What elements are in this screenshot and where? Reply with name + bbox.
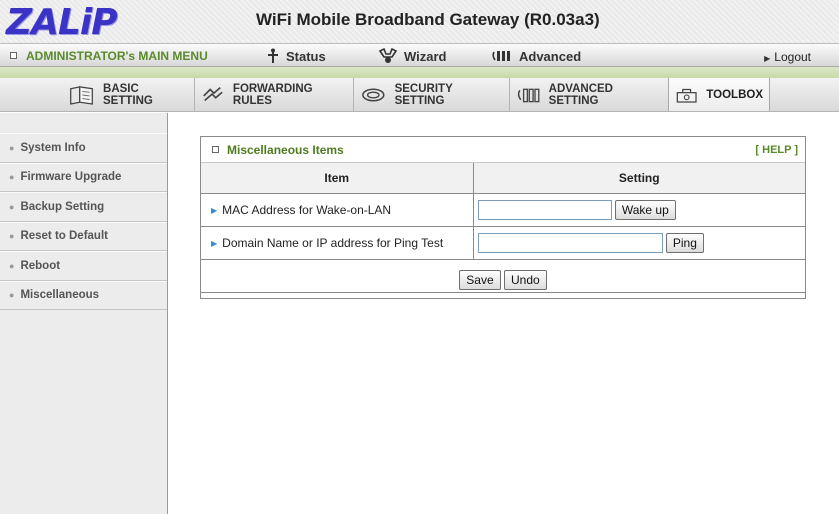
actions-cell: Save Undo: [201, 259, 805, 293]
tab-security-setting-label: SECURITY SETTING: [394, 82, 453, 107]
bullet-icon: ●: [9, 231, 15, 242]
toolbox-icon: [676, 88, 697, 103]
menu-advanced-label: Advanced: [519, 48, 582, 64]
app-title: WiFi Mobile Broadband Gateway (R0.03a3): [256, 10, 600, 29]
sidebar: ● System Info ● Firmware Upgrade ● Backup S…: [0, 113, 168, 514]
row-label-cell: ▶ MAC Address for Wake-on-LAN: [201, 193, 474, 227]
wake-up-button[interactable]: Wake up: [614, 199, 676, 220]
tab-forwarding-rules[interactable]: FORWARDING RULES: [194, 78, 351, 111]
table-header-row: Item Setting: [201, 163, 805, 194]
bullet-icon: ●: [9, 172, 15, 183]
table-row: ▶ MAC Address for Wake-on-LAN Wake up: [201, 193, 805, 227]
triangle-right-icon: ▶: [211, 205, 218, 215]
help-link[interactable]: [ HELP ]: [755, 144, 798, 156]
sidebar-item-reset-to-default[interactable]: ● Reset to Default: [0, 221, 167, 251]
sidebar-item-system-info[interactable]: ● System Info: [0, 133, 167, 163]
square-bullet-icon: [212, 146, 219, 153]
menu-wizard-label: Wizard: [404, 48, 447, 64]
column-header-setting: Setting: [473, 163, 805, 194]
menu-status-label: Status: [286, 48, 326, 64]
status-icon: [268, 48, 278, 63]
main-menu-bar: ADMINISTRATOR's MAIN MENU Status Wizard …: [0, 43, 839, 67]
sidebar-item-label: Firmware Upgrade: [20, 171, 122, 184]
sidebar-item-label: Reset to Default: [20, 230, 108, 243]
header: ZALiP WiFi Mobile Broadband Gateway (R0.…: [0, 0, 839, 43]
advanced-icon: [492, 51, 510, 61]
bullet-icon: ●: [9, 290, 15, 301]
tab-toolbox-label: TOOLBOX: [706, 88, 763, 101]
basic-setting-icon: [70, 85, 93, 105]
row-label: Domain Name or IP address for Ping Test: [222, 235, 444, 250]
tab-advanced-setting[interactable]: ADVANCED SETTING: [509, 78, 666, 111]
sidebar-item-firmware-upgrade[interactable]: ● Firmware Upgrade: [0, 162, 167, 192]
tab-toolbox[interactable]: TOOLBOX: [668, 78, 770, 111]
logout-link[interactable]: ▶ Logout: [764, 50, 811, 64]
bullet-icon: ●: [9, 142, 15, 153]
tab-basic-setting[interactable]: BASIC SETTING: [62, 78, 189, 111]
menu-advanced[interactable]: Advanced: [491, 48, 581, 64]
arrow-right-icon: ▶: [764, 54, 771, 63]
ping-host-input[interactable]: [477, 232, 663, 253]
tab-basic-setting-label: BASIC SETTING: [103, 82, 153, 107]
menu-status[interactable]: Status: [266, 48, 326, 64]
sidebar-item-miscellaneous[interactable]: ● Miscellaneous: [0, 280, 167, 310]
row-setting-cell: Ping: [473, 226, 805, 260]
ping-button[interactable]: Ping: [665, 232, 704, 253]
sidebar-item-backup-setting[interactable]: ● Backup Setting: [0, 192, 167, 222]
logout-label: Logout: [774, 50, 811, 64]
panel-title: Miscellaneous Items: [227, 142, 344, 157]
row-setting-cell: Wake up: [473, 193, 805, 227]
brand-logo[interactable]: ZALiP: [6, 2, 118, 43]
admin-main-menu[interactable]: ADMINISTRATOR's MAIN MENU: [10, 49, 208, 63]
table-row: ▶ Domain Name or IP address for Ping Test…: [201, 226, 805, 260]
admin-menu-label: ADMINISTRATOR's MAIN MENU: [26, 49, 208, 63]
wizard-icon: [378, 48, 398, 63]
triangle-right-icon: ▶: [211, 238, 218, 248]
security-setting-icon: [362, 88, 385, 101]
settings-tab-bar: BASIC SETTING FORWARDING RULES SECURITY …: [0, 78, 839, 112]
row-label: MAC Address for Wake-on-LAN: [222, 202, 392, 217]
menu-divider-band: [0, 67, 839, 78]
miscellaneous-panel: Miscellaneous Items [ HELP ] Item Settin…: [200, 136, 806, 299]
sidebar-list: ● System Info ● Firmware Upgrade ● Backup S…: [0, 133, 167, 310]
bullet-icon: ●: [9, 260, 15, 271]
sidebar-item-label: Miscellaneous: [20, 289, 100, 302]
row-label-cell: ▶ Domain Name or IP address for Ping Test: [201, 226, 474, 260]
panel-header: Miscellaneous Items [ HELP ]: [201, 137, 805, 163]
square-bullet-icon: [10, 52, 17, 59]
tab-forwarding-rules-label: FORWARDING RULES: [232, 82, 313, 107]
menu-wizard[interactable]: Wizard: [378, 48, 447, 64]
column-header-item: Item: [201, 163, 474, 194]
sidebar-item-label: Backup Setting: [20, 200, 105, 213]
sidebar-item-reboot[interactable]: ● Reboot: [0, 251, 167, 281]
advanced-setting-icon: [517, 88, 540, 102]
tab-advanced-setting-label: ADVANCED SETTING: [548, 82, 613, 107]
sidebar-item-label: Reboot: [20, 259, 61, 272]
undo-button[interactable]: Undo: [504, 270, 547, 290]
save-button[interactable]: Save: [459, 270, 501, 290]
misc-table: Item Setting ▶ MAC Address for Wake-on-LA…: [201, 163, 805, 293]
tab-security-setting[interactable]: SECURITY SETTING: [353, 78, 506, 111]
actions-row: Save Undo: [201, 259, 805, 293]
mac-address-input[interactable]: [477, 199, 612, 220]
bullet-icon: ●: [9, 201, 15, 212]
forwarding-rules-icon: [203, 86, 223, 101]
sidebar-item-label: System Info: [20, 141, 86, 154]
